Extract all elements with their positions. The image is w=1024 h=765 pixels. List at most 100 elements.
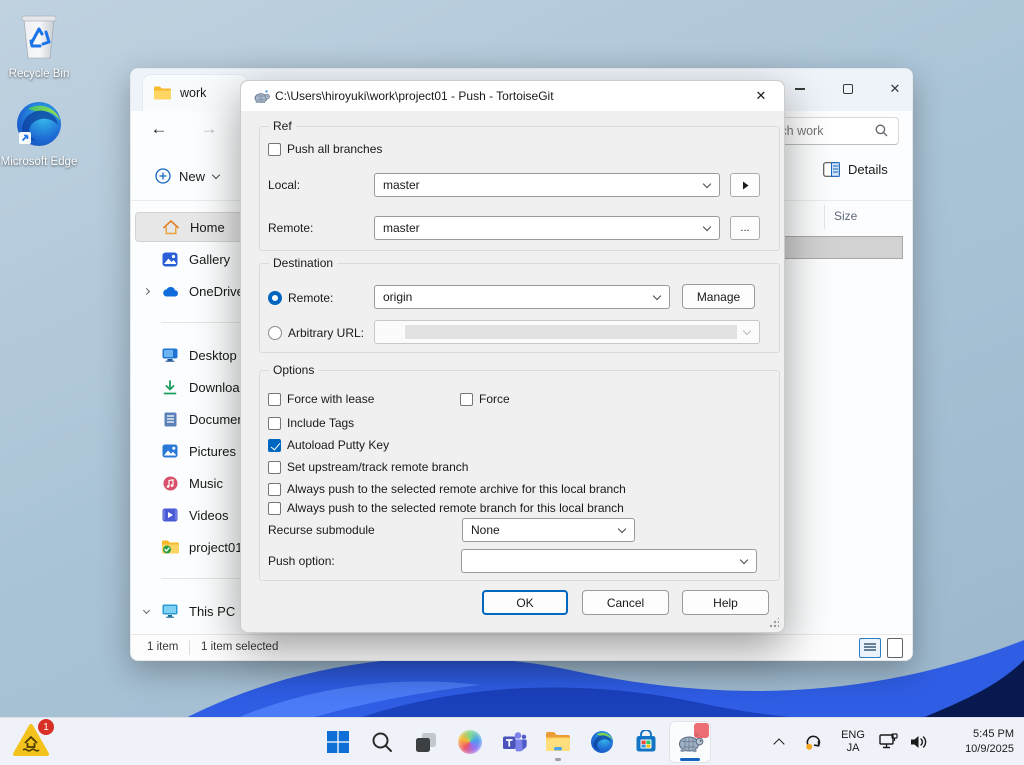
set-upstream-checkbox[interactable] [268, 461, 281, 474]
recurse-submodule-value: None [471, 523, 500, 537]
ref-group: Ref Push all branches Local: master Remo… [259, 126, 780, 251]
preview-view-button[interactable] [887, 638, 903, 658]
details-view-button[interactable] [859, 638, 881, 658]
task-view-button[interactable] [406, 722, 446, 762]
language-line1: ENG [841, 729, 865, 742]
onedrive-icon [157, 286, 183, 297]
back-icon: ← [151, 119, 168, 138]
recurse-submodule-combobox[interactable]: None [462, 518, 635, 542]
push-all-branches-checkbox[interactable] [268, 143, 281, 156]
push-option-combobox[interactable] [461, 549, 757, 573]
always-push-branch-checkbox[interactable] [268, 502, 281, 515]
chevron-down-icon [743, 327, 751, 335]
force-with-lease-checkbox[interactable] [268, 393, 281, 406]
dialog-title-bar[interactable]: C:\Users\hiroyuki\work\project01 - Push … [241, 81, 784, 111]
taskbar: 1 [0, 717, 1024, 765]
start-button[interactable] [318, 722, 358, 762]
autoload-putty-key-checkbox[interactable] [268, 439, 281, 452]
notification-badge [694, 723, 709, 738]
force-checkbox[interactable] [460, 393, 473, 406]
store-button[interactable] [626, 722, 666, 762]
time-label: 5:45 PM [973, 727, 1014, 742]
minimize-icon [795, 88, 805, 89]
new-button[interactable]: New [145, 160, 229, 192]
resize-grip[interactable] [769, 618, 779, 628]
sidebar-item-label: Desktop [189, 348, 237, 363]
item-count: 1 item [147, 641, 178, 653]
size-column-header[interactable]: Size [834, 209, 857, 223]
details-button-label: Details [848, 162, 888, 177]
ok-button[interactable]: OK [482, 590, 568, 615]
desktop-icon-edge[interactable]: Microsoft Edge [0, 100, 78, 169]
manage-button[interactable]: Manage [682, 284, 755, 309]
chevron-down-icon [703, 223, 711, 231]
widgets-button[interactable]: 1 [12, 723, 56, 761]
tortoisegit-button[interactable] [670, 722, 710, 762]
arbitrary-url-combobox [374, 320, 760, 344]
push-dialog: C:\Users\hiroyuki\work\project01 - Push … [240, 80, 785, 633]
taskbar-center-icons [318, 722, 710, 762]
desktop-icon-label: Microsoft Edge [0, 155, 78, 169]
network-tray-icon[interactable] [874, 718, 904, 765]
file-explorer-button[interactable] [538, 722, 578, 762]
arbitrary-url-radio[interactable] [268, 326, 282, 340]
copilot-button[interactable] [450, 722, 490, 762]
forward-button[interactable]: → [194, 119, 224, 139]
clock[interactable]: 5:45 PM 10/9/2025 [940, 718, 1014, 765]
selection-count: 1 item selected [201, 641, 278, 653]
chevron-down-icon [740, 556, 748, 564]
arbitrary-url-label: Arbitrary URL: [288, 326, 364, 340]
desktop: Recycle Bin Microsoft Edge [0, 0, 1024, 765]
local-browse-button[interactable] [730, 173, 760, 197]
dialog-close-button[interactable]: ✕ [746, 85, 776, 107]
gallery-icon [157, 252, 183, 267]
explorer-tab-work[interactable]: work [143, 75, 247, 111]
git-folder-icon [157, 540, 183, 554]
sidebar-item-label: Music [189, 476, 223, 491]
force-with-lease-label: Force with lease [287, 392, 374, 406]
date-label: 10/9/2025 [965, 742, 1014, 757]
desktop-icon-recycle-bin[interactable]: Recycle Bin [0, 12, 78, 81]
close-button[interactable]: ✕ [876, 74, 914, 104]
maximize-button[interactable] [829, 74, 867, 104]
teams-icon [502, 730, 527, 754]
chevron-up-icon [773, 738, 784, 749]
active-indicator [680, 758, 700, 762]
remote-combobox[interactable]: origin [374, 285, 670, 309]
cancel-button[interactable]: Cancel [582, 590, 669, 615]
volume-tray-icon[interactable] [904, 718, 934, 765]
widget-badge: 1 [38, 719, 54, 735]
tab-label: work [180, 86, 206, 100]
details-toggle-button[interactable]: Details [823, 162, 888, 177]
ethernet-icon [879, 733, 899, 751]
always-push-archive-checkbox[interactable] [268, 483, 281, 496]
explorer-status-bar: 1 item 1 item selected [131, 634, 912, 660]
pictures-icon [157, 444, 183, 458]
windows-start-icon [327, 731, 349, 753]
sidebar-item-label: Videos [189, 508, 229, 523]
music-icon [157, 476, 183, 491]
hidden-icons-button[interactable] [766, 718, 792, 765]
copilot-icon [458, 730, 482, 754]
back-button[interactable]: ← [144, 119, 174, 139]
teams-button[interactable] [494, 722, 534, 762]
language-indicator[interactable]: ENG JA [834, 718, 872, 765]
include-tags-checkbox[interactable] [268, 417, 281, 430]
taskbar-search-button[interactable] [362, 722, 402, 762]
chevron-right-icon[interactable] [135, 289, 157, 294]
push-option-label: Push option: [268, 554, 335, 568]
help-button[interactable]: Help [682, 590, 769, 615]
ref-group-legend: Ref [269, 119, 296, 133]
local-branch-combobox[interactable]: master [374, 173, 720, 197]
remote-browse-button[interactable]: ... [730, 216, 760, 240]
options-group: Options Force with lease Force Include T… [259, 370, 780, 581]
local-branch-value: master [383, 178, 420, 192]
edge-button[interactable] [582, 722, 622, 762]
minimize-button[interactable] [781, 74, 819, 104]
remote-radio[interactable] [268, 291, 282, 305]
edge-icon [15, 100, 63, 148]
remote-branch-combobox[interactable]: master [374, 216, 720, 240]
chevron-down-icon [212, 170, 220, 178]
sync-tray-icon[interactable] [798, 718, 828, 765]
chevron-down-icon[interactable] [135, 610, 157, 613]
